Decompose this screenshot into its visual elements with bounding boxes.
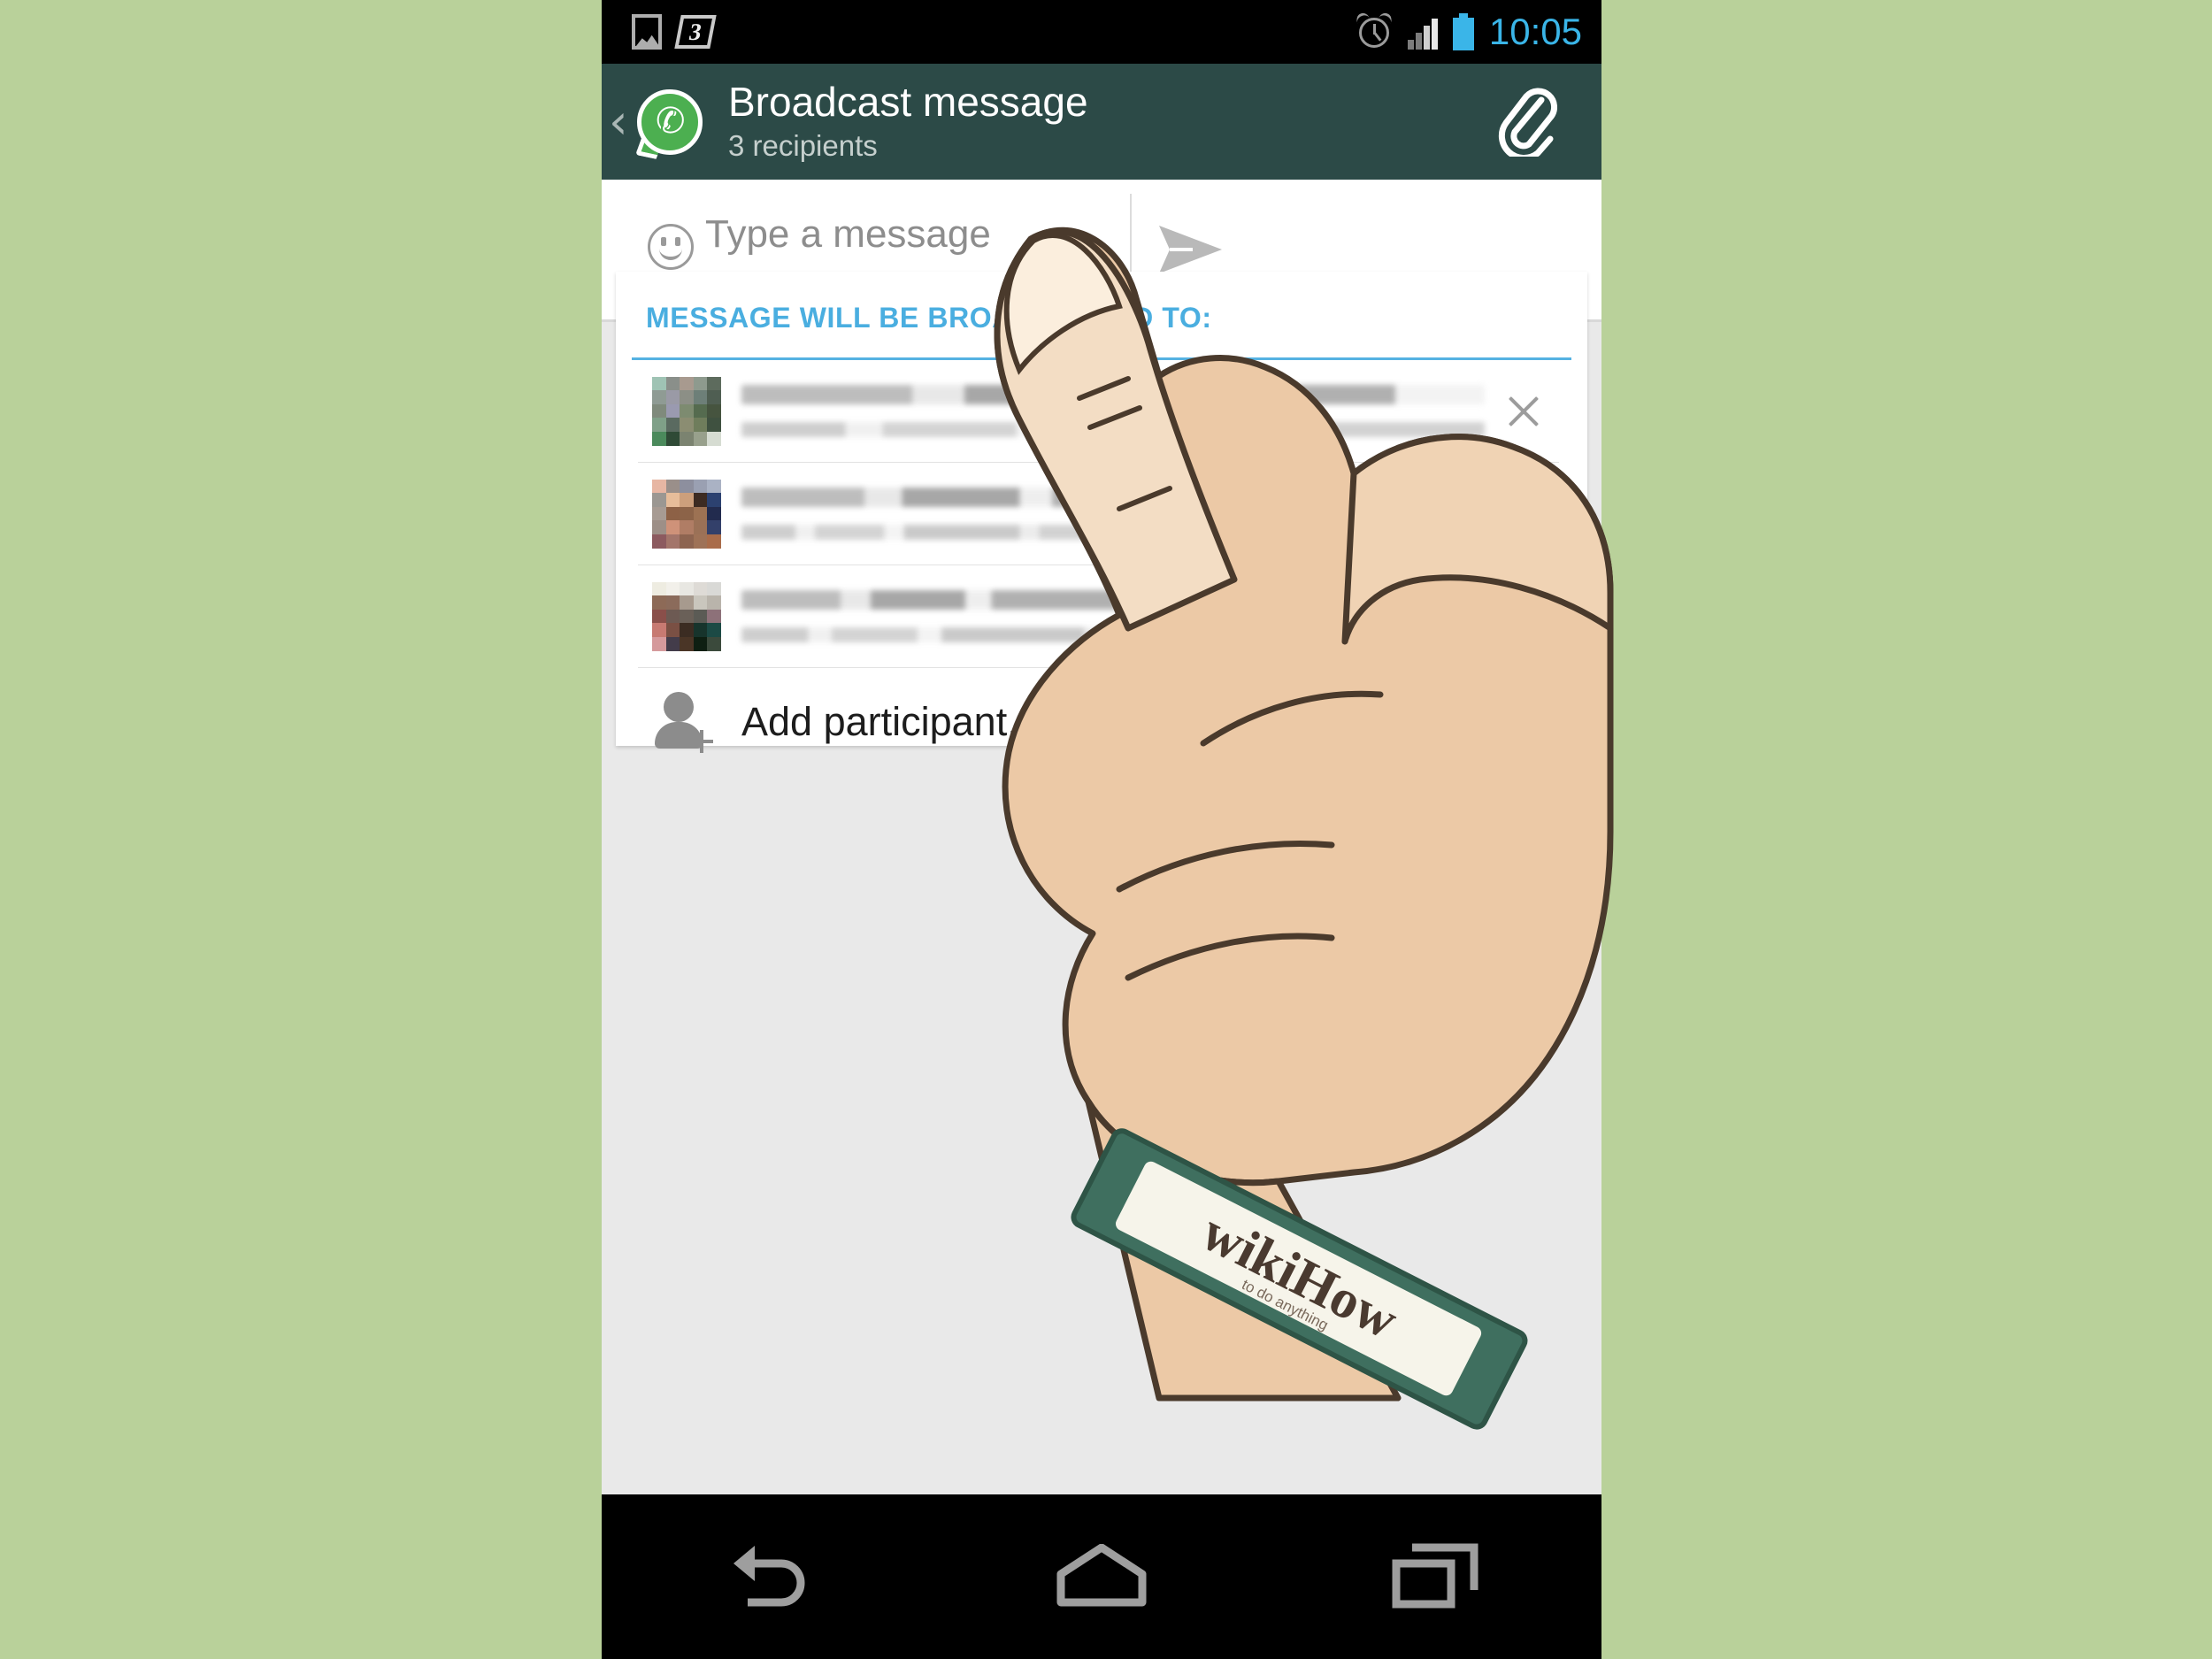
signal-bars-icon bbox=[1407, 14, 1438, 50]
whatsapp-logo-icon: ✆ bbox=[635, 88, 703, 159]
add-person-icon bbox=[653, 692, 717, 753]
android-nav-bar bbox=[602, 1494, 1601, 1659]
status-bar: 3 10:05 bbox=[602, 0, 1601, 64]
three-badge-icon: 3 bbox=[674, 15, 717, 49]
back-chevron-icon[interactable]: ‹ bbox=[609, 97, 635, 146]
recent-apps-button[interactable] bbox=[1369, 1528, 1502, 1625]
status-bar-clock: 10:05 bbox=[1488, 11, 1582, 52]
avatar bbox=[652, 581, 721, 651]
page-title: Broadcast message bbox=[728, 79, 1088, 126]
battery-icon bbox=[1452, 13, 1474, 50]
alarm-clock-icon bbox=[1354, 11, 1394, 50]
status-bar-left-icons: 3 bbox=[632, 14, 717, 50]
image-icon bbox=[632, 14, 662, 50]
status-bar-right-icons: 10:05 bbox=[1354, 11, 1582, 53]
avatar bbox=[652, 479, 721, 549]
emoji-smiley-icon[interactable] bbox=[648, 224, 694, 270]
back-button[interactable] bbox=[702, 1528, 834, 1625]
avatar bbox=[652, 376, 721, 446]
pointing-hand-illustration: wikiHow to do anything bbox=[938, 133, 2212, 1460]
home-button[interactable] bbox=[1035, 1528, 1168, 1625]
